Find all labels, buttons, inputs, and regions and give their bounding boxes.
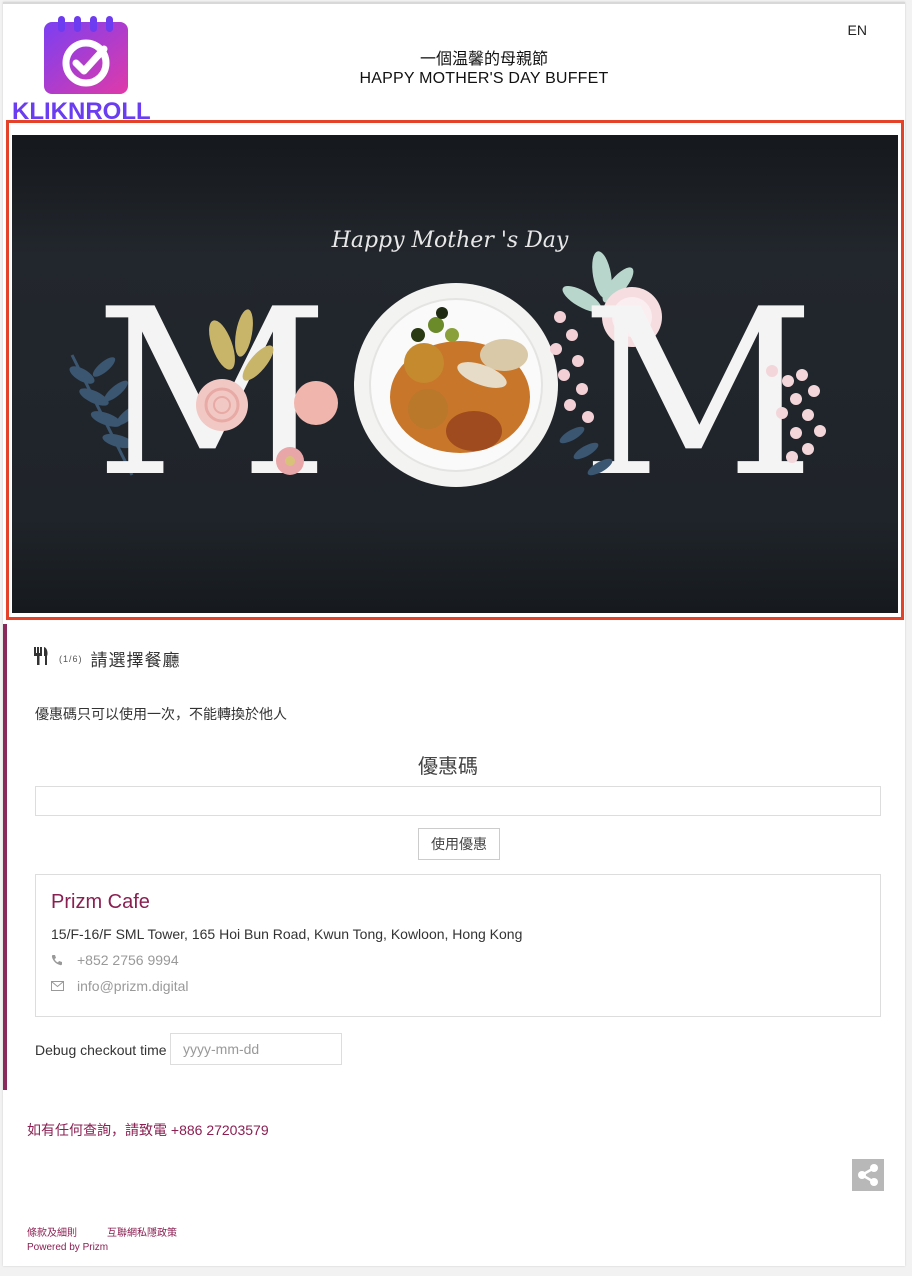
banner-script-text: Happy Mother 's Day <box>331 228 569 253</box>
apply-coupon-button[interactable]: 使用優惠 <box>418 828 500 860</box>
restaurant-phone-row: +852 2756 9994 <box>51 952 179 968</box>
step-title: 請選擇餐廳 <box>90 651 181 670</box>
restaurant-name[interactable]: Prizm Cafe <box>51 891 150 914</box>
footer-links: 條款及細則 互聯網私隱政策 <box>27 1224 177 1239</box>
language-toggle[interactable]: EN <box>848 22 867 38</box>
food-plate <box>354 283 558 487</box>
terms-link[interactable]: 條款及細則 <box>27 1224 77 1239</box>
phone-icon <box>51 954 77 966</box>
tulip-left <box>294 381 338 425</box>
step-header: (1/6) 請選擇餐廳 <box>33 646 181 671</box>
restaurant-card[interactable]: Prizm Cafe 15/F-16/F SML Tower, 165 Hoi … <box>35 874 881 1017</box>
page-title-zh: 一個温馨的母親節 <box>419 51 548 68</box>
rose-left <box>196 379 248 431</box>
utensils-icon <box>33 647 49 670</box>
share-button[interactable] <box>852 1159 884 1191</box>
envelope-icon <box>51 981 77 991</box>
coupon-input[interactable] <box>35 786 881 816</box>
debug-checkout-label: Debug checkout time <box>35 1042 167 1058</box>
coupon-label: 優惠碼 <box>418 756 478 778</box>
coupon-notice: 優惠碼只可以使用一次，不能轉換於他人 <box>35 706 287 722</box>
restaurant-address: 15/F-16/F SML Tower, 165 Hoi Bun Road, K… <box>51 926 523 942</box>
share-icon <box>858 1164 878 1186</box>
restaurant-email-row: info@prizm.digital <box>51 978 188 994</box>
debug-checkout-date-input[interactable] <box>170 1033 342 1065</box>
privacy-link[interactable]: 互聯網私隱政策 <box>107 1224 177 1239</box>
banner-highlight-frame: Happy Mother 's Day M <box>6 120 904 620</box>
mothers-day-banner: Happy Mother 's Day M <box>12 135 898 613</box>
enquiry-text: 如有任何查詢，請致電 +886 27203579 <box>27 1122 269 1138</box>
page: KLIKNROLL EN 一個温馨的母親節 HAPPY MOTHER'S DAY… <box>3 2 905 1266</box>
step-count: (1/6) <box>59 653 83 664</box>
restaurant-email: info@prizm.digital <box>77 978 189 994</box>
restaurant-step-section: (1/6) 請選擇餐廳 優惠碼只可以使用一次，不能轉換於他人 優惠碼 使用優惠 … <box>3 624 909 1090</box>
page-title-en: HAPPY MOTHER'S DAY BUFFET <box>359 70 609 87</box>
restaurant-phone: +852 2756 9994 <box>77 952 179 968</box>
banner-letter-m-right: M <box>580 261 816 528</box>
powered-by[interactable]: Powered by Prizm <box>27 1242 108 1253</box>
